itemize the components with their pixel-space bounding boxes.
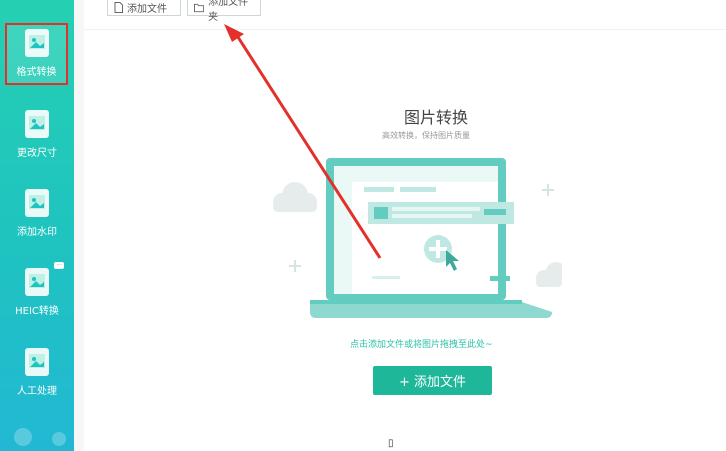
page-title: 图片转换 <box>403 108 468 127</box>
cursor-glyph: ▯ <box>388 438 394 449</box>
laptop-illustration <box>273 158 562 318</box>
sidebar-divider <box>74 0 84 451</box>
add-folder-toolbar-label: 添加文件夹 <box>208 0 249 23</box>
add-file-toolbar-label: 添加文件 <box>127 4 167 15</box>
decorative-circle <box>52 432 66 446</box>
sidebar-item-watermark[interactable]: 添加水印 <box>0 183 74 253</box>
sidebar-item-label: 格式转换 <box>16 67 57 78</box>
sidebar-item-manual[interactable]: 人工处理 <box>0 342 74 412</box>
sidebar-item-label: 更改尺寸 <box>17 148 57 159</box>
cloud-icon <box>536 262 562 287</box>
add-folder-toolbar-button[interactable]: 添加文件夹 <box>187 0 261 23</box>
new-badge: ··· <box>54 262 64 269</box>
sidebar-item-label: 添加水印 <box>17 227 57 238</box>
sidebar-item-heic[interactable]: ··· HEIC转换 <box>0 262 74 332</box>
page-subtitle: 高效转换，保持图片质量 <box>382 131 470 140</box>
add-file-toolbar-button[interactable]: 添加文件 <box>107 0 181 16</box>
folder-icon <box>194 3 205 12</box>
add-file-button[interactable]: + 添加文件 <box>373 366 492 395</box>
cloud-icon <box>273 182 317 212</box>
decorative-circle <box>14 428 32 446</box>
toolbar-divider <box>84 29 726 30</box>
drag-drop-hint: 点击添加文件或将图片拖拽至此处~ <box>350 340 493 350</box>
sidebar-item-label: HEIC转换 <box>15 306 59 317</box>
heic-icon <box>25 268 49 296</box>
manual-process-icon <box>25 348 49 376</box>
sidebar-item-format-convert[interactable]: 格式转换 <box>5 23 68 85</box>
file-icon <box>114 2 123 13</box>
sidebar-item-label: 人工处理 <box>17 386 57 397</box>
watermark-icon <box>25 189 49 217</box>
image-convert-icon <box>24 29 49 57</box>
sidebar: 格式转换 更改尺寸 添加水印 ··· HEIC转换 人工处理 <box>0 0 74 451</box>
